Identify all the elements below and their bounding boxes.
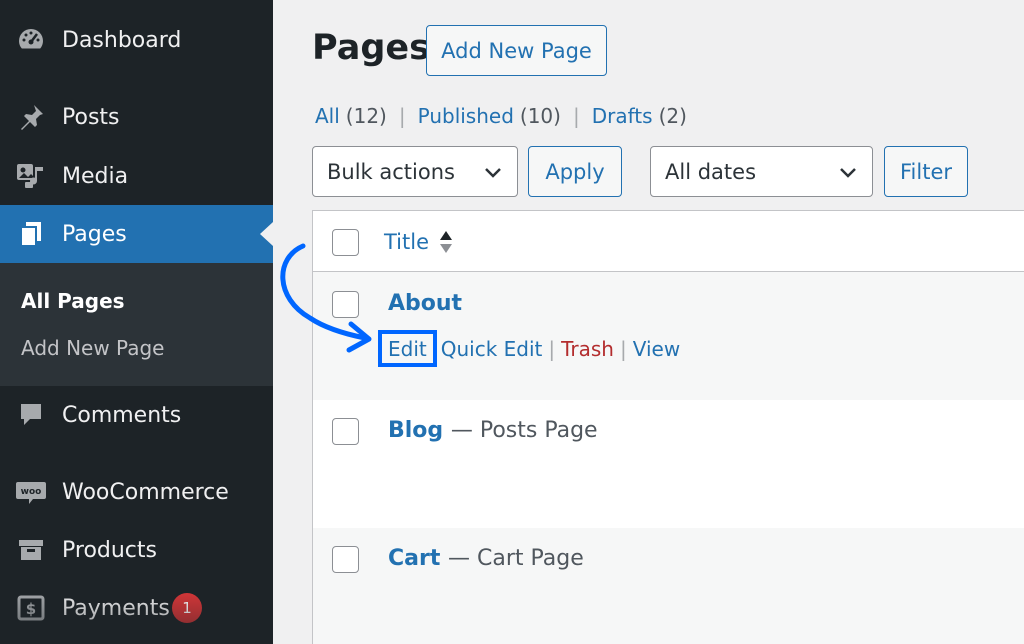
notification-badge: 1 — [172, 593, 202, 623]
filter-drafts-count: (2) — [658, 104, 687, 128]
date-filter-value: All dates — [665, 159, 757, 184]
row-checkbox[interactable] — [332, 291, 359, 318]
pages-table: Title About Edit Quick Edit | Trash | Vi… — [312, 210, 1024, 644]
sidebar-item-label: Dashboard — [62, 27, 182, 53]
table-row: Cart — Cart Page — [313, 528, 1024, 644]
filter-button[interactable]: Filter — [884, 146, 968, 197]
bulk-actions-value: Bulk actions — [327, 159, 455, 184]
table-row: Blog — Posts Page — [313, 400, 1024, 528]
post-state: — Cart Page — [448, 546, 584, 571]
sidebar-item-label: Comments — [62, 402, 182, 428]
page-title: Pages — [312, 28, 430, 68]
row-checkbox[interactable] — [332, 546, 359, 573]
action-separator: | — [619, 336, 627, 361]
svg-text:$: $ — [26, 600, 36, 618]
select-all-checkbox[interactable] — [332, 229, 359, 256]
admin-sidebar: Dashboard Posts Media Pages All Pages Ad… — [0, 0, 273, 644]
sidebar-item-label: Media — [62, 163, 129, 189]
pages-icon — [15, 218, 47, 250]
submenu-add-new-page[interactable]: Add New Page — [21, 336, 164, 360]
view-link[interactable]: View — [633, 337, 680, 361]
post-state: — Posts Page — [450, 418, 598, 443]
sidebar-item-label: Payments — [62, 595, 170, 621]
sidebar-item-posts[interactable]: Posts — [0, 88, 273, 146]
svg-text:woo: woo — [21, 487, 42, 497]
trash-link[interactable]: Trash — [561, 337, 614, 361]
add-new-page-button[interactable]: Add New Page — [426, 25, 607, 76]
row-title: Cart — Cart Page — [388, 546, 584, 571]
filter-separator: | — [572, 104, 580, 128]
bulk-actions-select[interactable]: Bulk actions — [312, 146, 518, 197]
date-filter-select[interactable]: All dates — [650, 146, 873, 197]
edit-link[interactable]: Edit — [388, 337, 427, 361]
row-title-link[interactable]: Cart — [388, 546, 440, 571]
sidebar-item-media[interactable]: Media — [0, 147, 273, 205]
sidebar-item-payments[interactable]: $ Payments 1 — [0, 579, 273, 637]
sidebar-item-woocommerce[interactable]: woo WooCommerce — [0, 463, 273, 521]
status-filter-links: All (12) | Published (10) | Drafts (2) — [315, 104, 687, 128]
woocommerce-icon: woo — [15, 476, 47, 508]
row-checkbox[interactable] — [332, 418, 359, 445]
submenu-all-pages[interactable]: All Pages — [21, 289, 125, 313]
row-actions: Edit Quick Edit | Trash | View — [378, 330, 680, 367]
sidebar-item-products[interactable]: Products — [0, 521, 273, 579]
row-title-link[interactable]: Blog — [388, 418, 443, 443]
sidebar-item-dashboard[interactable]: Dashboard — [0, 11, 273, 69]
comment-icon — [15, 399, 47, 431]
archive-icon — [15, 534, 47, 566]
sidebar-item-label: Products — [62, 537, 157, 563]
chevron-down-icon — [840, 168, 856, 178]
action-separator: | — [548, 336, 556, 361]
sidebar-item-label: Posts — [62, 104, 120, 130]
sidebar-item-label: Pages — [62, 221, 127, 247]
sort-icon — [440, 231, 453, 253]
pin-icon — [15, 101, 47, 133]
edit-highlight-box: Edit — [378, 330, 437, 367]
row-title-link[interactable]: About — [388, 291, 462, 316]
filter-drafts-link[interactable]: Drafts — [592, 104, 653, 128]
title-column-header[interactable]: Title — [384, 229, 453, 255]
dollar-icon: $ — [15, 592, 47, 624]
media-icon — [15, 160, 47, 192]
filter-all-count: (12) — [345, 104, 387, 128]
sidebar-item-pages[interactable]: Pages — [0, 205, 273, 263]
dashboard-icon — [15, 24, 47, 56]
filter-separator: | — [398, 104, 406, 128]
table-header: Title — [313, 211, 1024, 272]
row-title: Blog — Posts Page — [388, 418, 598, 443]
title-column-label: Title — [384, 230, 430, 254]
sidebar-item-label: WooCommerce — [62, 479, 229, 505]
apply-button[interactable]: Apply — [528, 146, 622, 197]
table-row: About Edit Quick Edit | Trash | View — [313, 272, 1024, 400]
sidebar-item-comments[interactable]: Comments — [0, 386, 273, 444]
filter-all-link[interactable]: All — [315, 104, 340, 128]
pages-submenu: All Pages Add New Page — [0, 263, 273, 386]
quick-edit-link[interactable]: Quick Edit — [441, 337, 543, 361]
filter-published-link[interactable]: Published — [418, 104, 514, 128]
filter-published-count: (10) — [519, 104, 561, 128]
chevron-down-icon — [485, 168, 501, 178]
